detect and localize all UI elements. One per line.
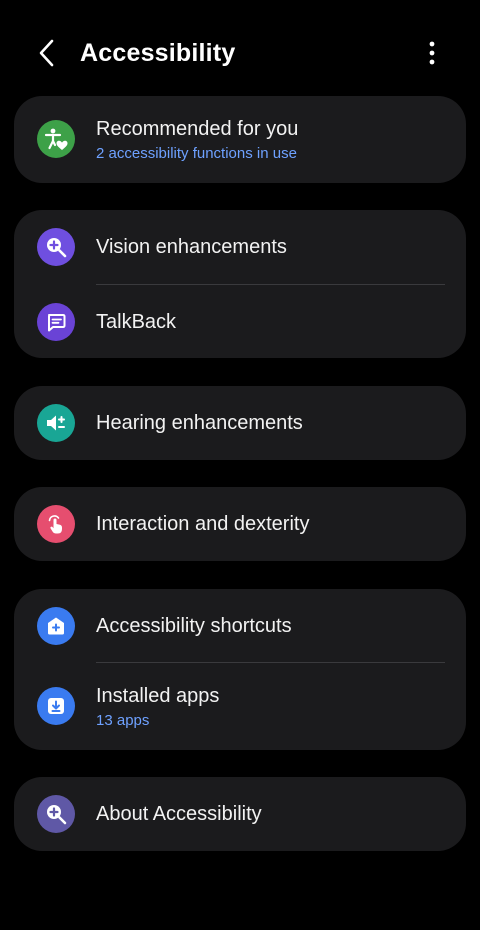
installed-title: Installed apps xyxy=(96,685,220,707)
speaker-plus-minus-icon xyxy=(47,415,65,431)
installed-subtitle: 13 apps xyxy=(96,712,150,729)
card-recommended: Recommended for you 2 accessibility func… xyxy=(14,96,466,183)
accessibility-shortcuts-item[interactable]: Accessibility shortcuts xyxy=(14,589,466,663)
card-about: About Accessibility xyxy=(14,777,466,851)
hearing-enhancements-item[interactable]: Hearing enhancements xyxy=(14,386,466,460)
vision-title: Vision enhancements xyxy=(96,236,287,258)
about-accessibility-item[interactable]: About Accessibility xyxy=(14,777,466,851)
tap-hand-icon xyxy=(48,515,62,534)
chevron-left-icon xyxy=(39,39,54,67)
back-button[interactable] xyxy=(28,34,66,72)
card-vision: Vision enhancements TalkBack xyxy=(14,210,466,358)
app-bar: Accessibility xyxy=(0,0,480,108)
installed-icon-circle xyxy=(37,687,75,725)
talkback-title: TalkBack xyxy=(96,311,177,333)
recommended-subtitle: 2 accessibility functions in use xyxy=(96,145,297,162)
more-vertical-icon xyxy=(429,41,435,65)
recommended-icon-circle xyxy=(37,120,75,158)
zoom-plus-icon xyxy=(47,805,67,825)
interaction-dexterity-item[interactable]: Interaction and dexterity xyxy=(14,487,466,561)
accessibility-person-heart-icon xyxy=(44,128,68,150)
talkback-item[interactable]: TalkBack xyxy=(14,285,466,358)
card-hearing: Hearing enhancements xyxy=(14,386,466,460)
about-title: About Accessibility xyxy=(96,803,262,825)
installed-apps-item[interactable]: Installed apps 13 apps xyxy=(14,663,466,750)
interaction-title: Interaction and dexterity xyxy=(96,513,310,535)
speech-bubble-icon xyxy=(48,314,66,332)
zoom-plus-icon xyxy=(47,238,67,258)
hearing-title: Hearing enhancements xyxy=(96,412,303,434)
recommended-title: Recommended for you xyxy=(96,118,299,140)
talkback-icon-circle xyxy=(37,303,75,341)
recommended-for-you-item[interactable]: Recommended for you 2 accessibility func… xyxy=(14,96,466,183)
shortcuts-icon-circle xyxy=(37,607,75,645)
vision-enhancements-item[interactable]: Vision enhancements xyxy=(14,210,466,285)
vision-icon-circle xyxy=(37,228,75,266)
card-interaction: Interaction and dexterity xyxy=(14,487,466,561)
download-tray-icon xyxy=(48,698,64,714)
card-shortcuts: Accessibility shortcuts Installed apps 1… xyxy=(14,589,466,750)
page-title: Accessibility xyxy=(80,39,236,67)
interaction-icon-circle xyxy=(37,505,75,543)
hearing-icon-circle xyxy=(37,404,75,442)
shortcuts-title: Accessibility shortcuts xyxy=(96,615,292,637)
about-icon-circle xyxy=(37,795,75,833)
home-plus-icon xyxy=(48,617,64,635)
more-options-button[interactable] xyxy=(414,34,450,72)
